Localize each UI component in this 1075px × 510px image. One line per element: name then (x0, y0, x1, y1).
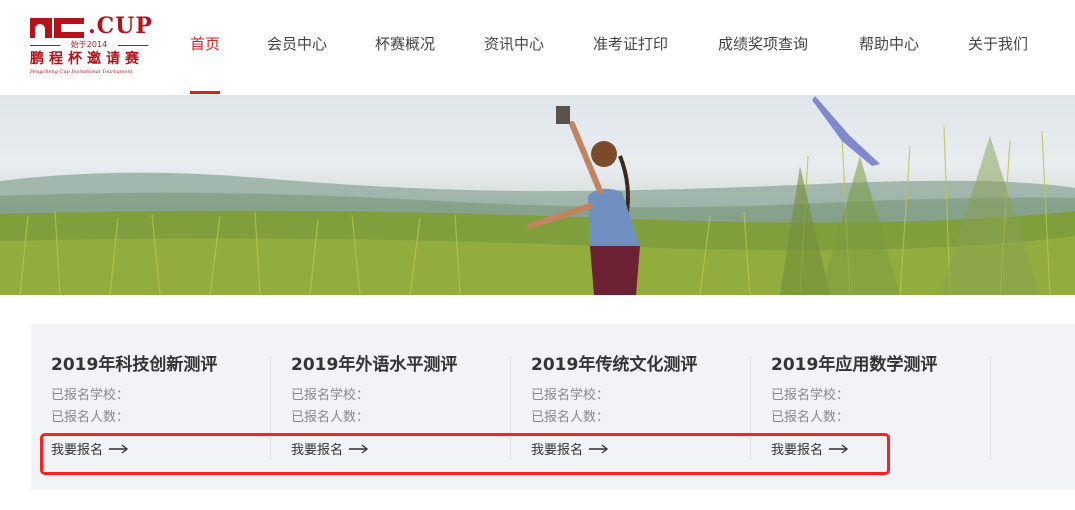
site-logo[interactable]: .CUP 始于2014 鹏程杯邀请赛 Pengcheng Cup Invitat… (28, 14, 153, 76)
nav-item-score-query[interactable]: 成绩奖项查询 (718, 0, 808, 92)
card-divider (990, 356, 991, 460)
competition-cards: 2019年科技创新测评 已报名学校： 已报名人数： 我要报名 2019年外语水平… (31, 324, 1075, 490)
right-arrow-icon (349, 444, 369, 454)
signup-label: 我要报名 (771, 443, 824, 458)
logo-cup-text: .CUP (88, 13, 153, 39)
nav-item-home[interactable]: 首页 (190, 0, 221, 94)
nav-item-member-center[interactable]: 会员中心 (267, 0, 327, 92)
card-foreign-language: 2019年外语水平测评 已报名学校： 已报名人数： 我要报名 (271, 324, 511, 490)
banner-image (0, 96, 1075, 295)
right-arrow-icon (829, 444, 849, 454)
signup-button[interactable]: 我要报名 (291, 442, 369, 460)
nav-item-news-center[interactable]: 资讯中心 (484, 0, 544, 92)
hero-banner[interactable] (0, 96, 1075, 295)
card-title: 2019年应用数学测评 (771, 355, 938, 375)
site-header: .CUP 始于2014 鹏程杯邀请赛 Pengcheng Cup Invitat… (0, 0, 1075, 96)
card-tech-innovation: 2019年科技创新测评 已报名学校： 已报名人数： 我要报名 (31, 324, 271, 490)
signup-button[interactable]: 我要报名 (771, 442, 849, 460)
registered-schools-label: 已报名学校： (531, 388, 610, 403)
card-traditional-culture: 2019年传统文化测评 已报名学校： 已报名人数： 我要报名 (511, 324, 751, 490)
signup-button[interactable]: 我要报名 (51, 442, 129, 460)
nav-item-cup-overview[interactable]: 杯赛概况 (375, 0, 435, 92)
registered-people-label: 已报名人数： (771, 410, 850, 425)
card-title: 2019年外语水平测评 (291, 355, 458, 375)
registered-people-label: 已报名人数： (291, 410, 370, 425)
nav-item-help-center[interactable]: 帮助中心 (859, 0, 919, 92)
card-title: 2019年传统文化测评 (531, 355, 698, 375)
logo-mark-icon (30, 18, 86, 38)
signup-button[interactable]: 我要报名 (531, 442, 609, 460)
nav-item-about-us[interactable]: 关于我们 (968, 0, 1028, 92)
logo-name-cn: 鹏程杯邀请赛 (30, 51, 144, 67)
logo-since-text: 始于2014 (30, 40, 148, 50)
signup-label: 我要报名 (51, 443, 104, 458)
signup-label: 我要报名 (291, 443, 344, 458)
nav-item-admission-ticket[interactable]: 准考证打印 (593, 0, 668, 92)
registered-people-label: 已报名人数： (531, 410, 610, 425)
card-applied-math: 2019年应用数学测评 已报名学校： 已报名人数： 我要报名 (751, 324, 991, 490)
registered-schools-label: 已报名学校： (291, 388, 370, 403)
registered-people-label: 已报名人数： (51, 410, 130, 425)
registered-schools-label: 已报名学校： (51, 388, 130, 403)
logo-name-en: Pengcheng Cup Invitational Tournament (30, 69, 133, 75)
card-title: 2019年科技创新测评 (51, 355, 218, 375)
right-arrow-icon (109, 444, 129, 454)
signup-label: 我要报名 (531, 443, 584, 458)
right-arrow-icon (589, 444, 609, 454)
registered-schools-label: 已报名学校： (771, 388, 850, 403)
